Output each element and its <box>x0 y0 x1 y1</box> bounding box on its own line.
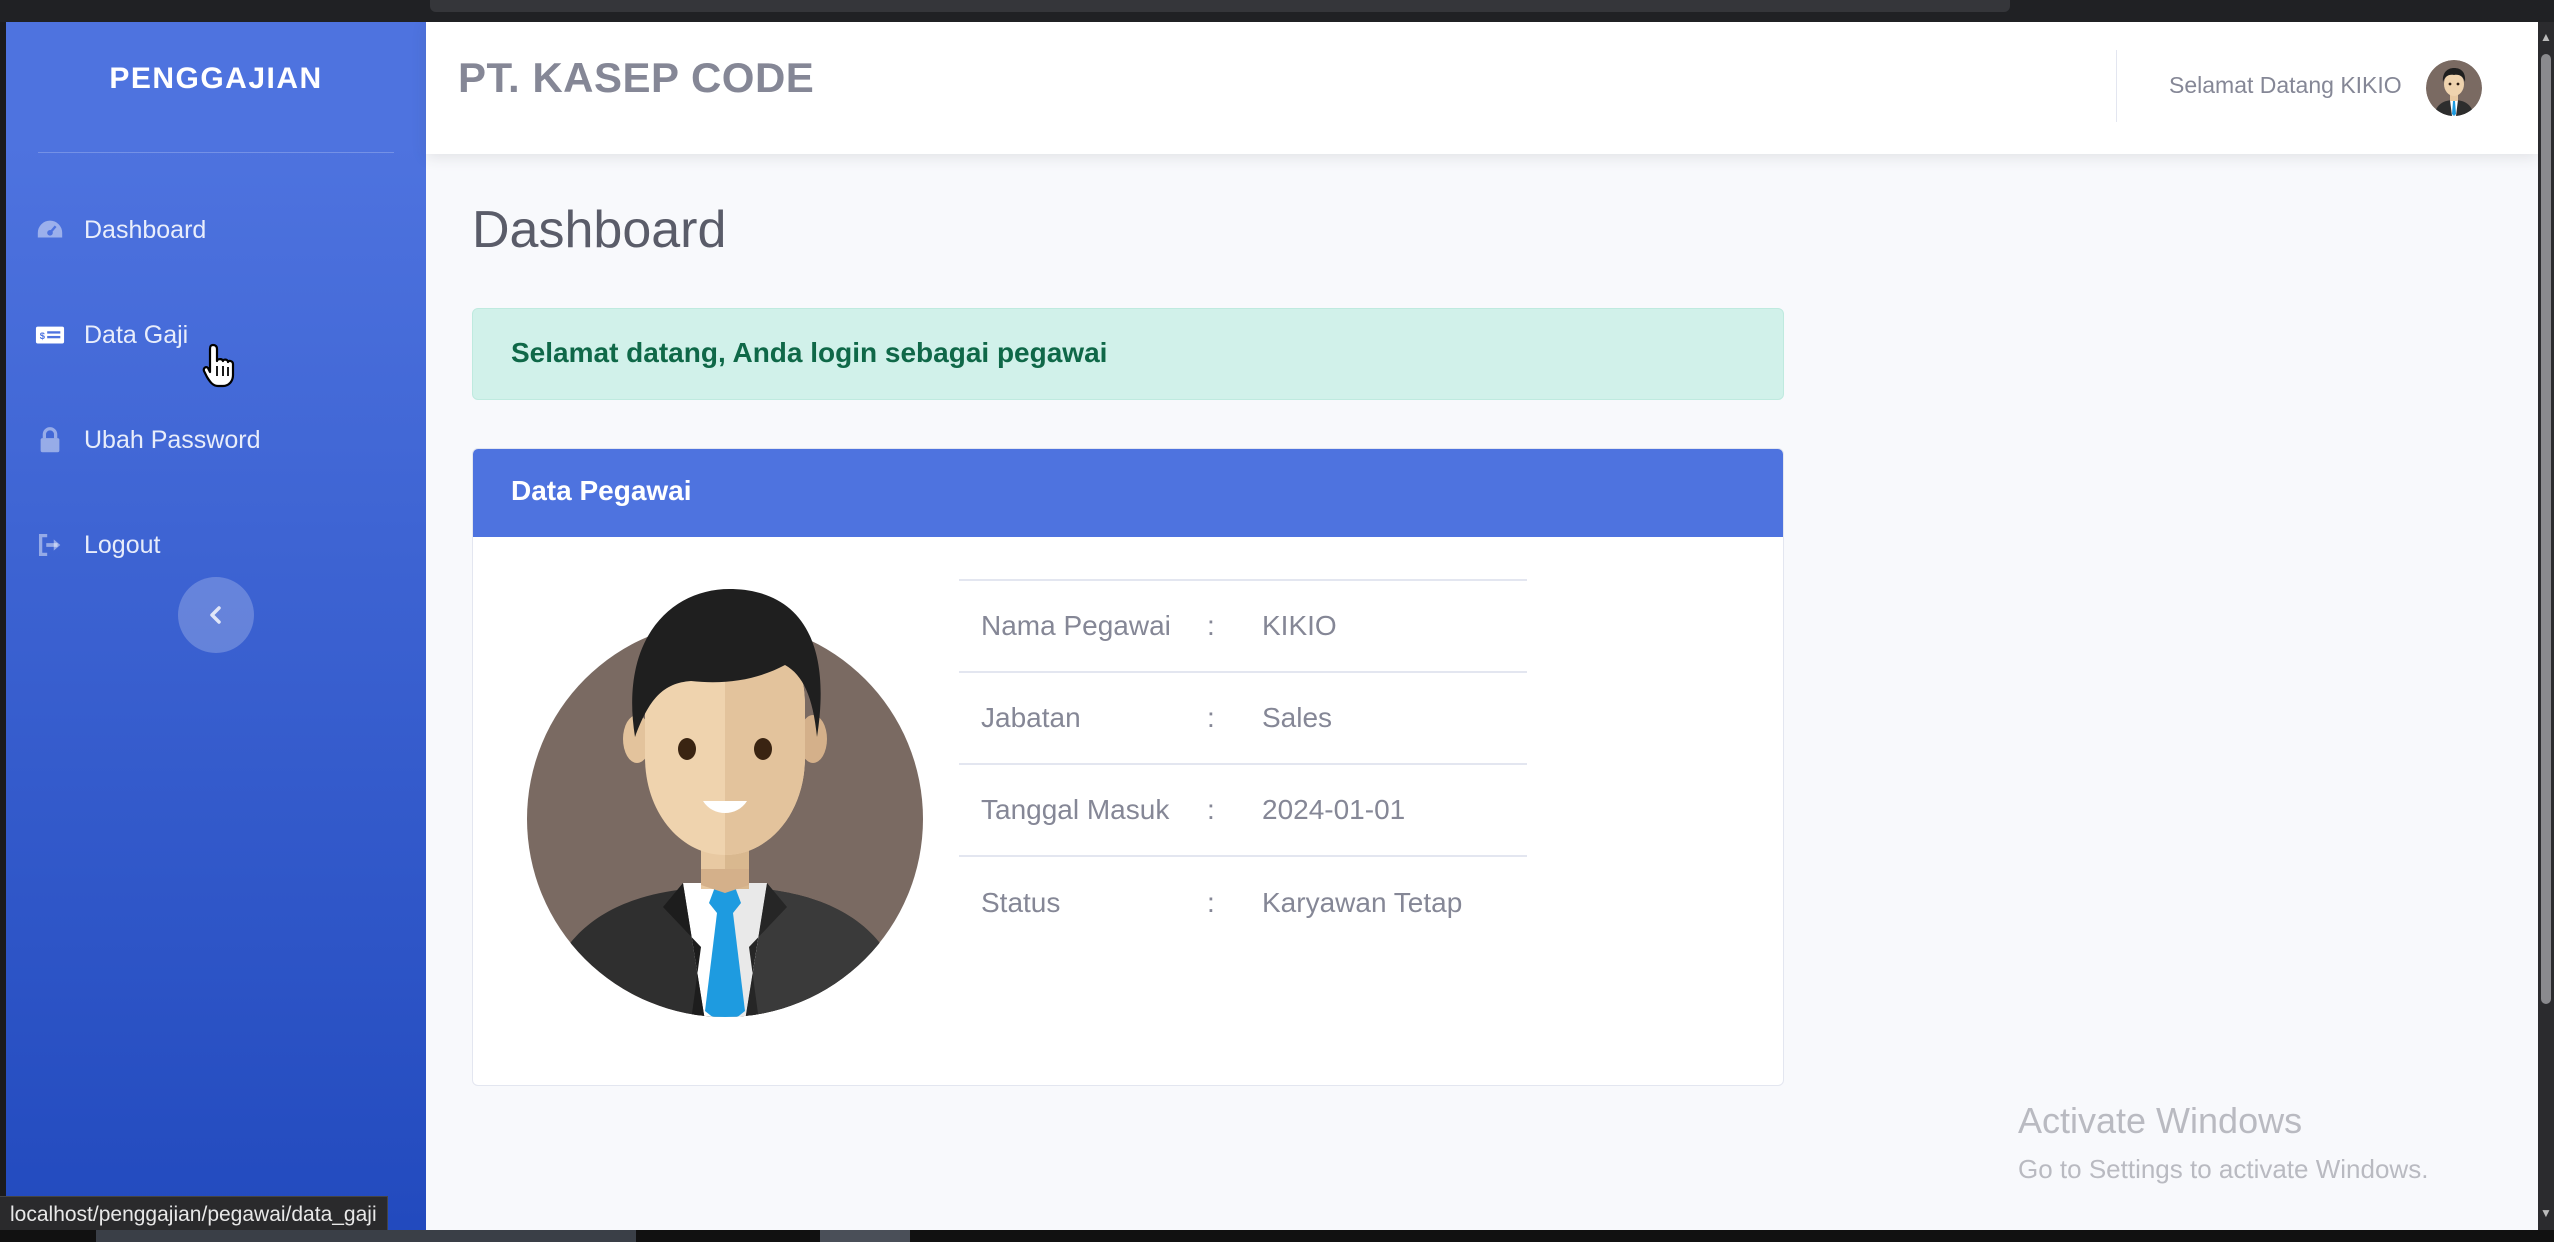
row-separator: : <box>1207 855 1262 948</box>
activate-windows-watermark: Activate Windows Go to Settings to activ… <box>2018 1100 2428 1185</box>
topbar: PT. KASEP CODE Selamat Datang KIKIO <box>426 22 2538 154</box>
sidebar-item-dashboard[interactable]: Dashboard <box>34 206 206 254</box>
sidebar: PENGGAJIAN Dashboard $ Data Gaji Ubah Pa… <box>6 22 426 1230</box>
hand-cursor-icon <box>202 343 235 388</box>
row-value: KIKIO <box>1262 579 1527 672</box>
taskbar-strip <box>0 1230 2554 1242</box>
page-title: Dashboard <box>472 201 727 259</box>
scroll-down-arrow-icon[interactable]: ▼ <box>2540 1206 2552 1220</box>
app-window: PENGGAJIAN Dashboard $ Data Gaji Ubah Pa… <box>6 22 2538 1230</box>
sidebar-item-data-gaji[interactable]: $ Data Gaji <box>34 311 188 359</box>
topbar-divider <box>2116 50 2117 122</box>
sidebar-divider <box>38 152 394 153</box>
row-value: 2024-01-01 <box>1262 763 1527 856</box>
lock-icon <box>34 424 66 456</box>
watermark-line-2: Go to Settings to activate Windows. <box>2018 1154 2429 1184</box>
row-value: Sales <box>1262 671 1527 764</box>
card-header: Data Pegawai <box>473 449 1783 537</box>
chevron-left-icon <box>210 606 221 624</box>
browser-top-strip <box>0 0 2554 22</box>
sidebar-toggle-button[interactable] <box>178 577 254 653</box>
sidebar-item-logout[interactable]: Logout <box>34 521 160 569</box>
scrollbar-thumb[interactable] <box>2541 54 2551 1004</box>
link-status-url: localhost/penggajian/pegawai/data_gaji <box>0 1196 388 1232</box>
user-avatar[interactable] <box>2426 60 2482 116</box>
money-bill-icon: $ <box>34 319 66 351</box>
table-row: Jabatan : Sales <box>959 671 1527 764</box>
row-value: Karyawan Tetap <box>1262 855 1527 948</box>
table-row: Status : Karyawan Tetap <box>959 855 1527 948</box>
sidebar-item-label: Logout <box>84 530 161 559</box>
sidebar-item-label: Dashboard <box>84 215 207 244</box>
company-name: PT. KASEP CODE <box>458 54 815 101</box>
row-label: Nama Pegawai <box>959 579 1207 672</box>
welcome-alert: Selamat datang, Anda login sebagai pegaw… <box>472 308 1784 400</box>
svg-text:$: $ <box>40 331 46 341</box>
welcome-alert-text: Selamat datang, Anda login sebagai pegaw… <box>511 337 1108 368</box>
table-row: Tanggal Masuk : 2024-01-01 <box>959 763 1527 856</box>
table-row: Nama Pegawai : KIKIO <box>959 579 1527 672</box>
sidebar-brand[interactable]: PENGGAJIAN <box>6 62 426 96</box>
dashboard-icon <box>34 214 66 246</box>
employee-card: Data Pegawai Nama Pegawai: KIKIO Jabata… <box>472 448 1784 1086</box>
row-label: Jabatan <box>959 671 1207 764</box>
sign-out-icon <box>34 529 66 561</box>
row-label: Status <box>959 855 1207 948</box>
sidebar-item-ubah-password[interactable]: Ubah Password <box>34 416 260 464</box>
watermark-line-1: Activate Windows <box>2018 1100 2303 1141</box>
taskbar-item[interactable] <box>96 1230 636 1242</box>
taskbar-item[interactable] <box>820 1230 910 1242</box>
row-separator: : <box>1207 671 1262 764</box>
row-separator: : <box>1207 579 1262 672</box>
employee-info-table: Nama Pegawai : KIKIO Jabatan : Sales Tan… <box>959 579 1527 948</box>
card-title: Data Pegawai <box>511 475 692 506</box>
user-greeting[interactable]: Selamat Datang KIKIO <box>2169 72 2402 99</box>
row-separator: : <box>1207 763 1262 856</box>
row-label: Tanggal Masuk <box>959 763 1207 856</box>
browser-tab-bar <box>430 0 2010 12</box>
scroll-up-arrow-icon[interactable]: ▲ <box>2540 30 2552 44</box>
employee-photo <box>527 588 923 1017</box>
sidebar-item-label: Ubah Password <box>84 425 261 454</box>
sidebar-item-label: Data Gaji <box>84 320 189 349</box>
